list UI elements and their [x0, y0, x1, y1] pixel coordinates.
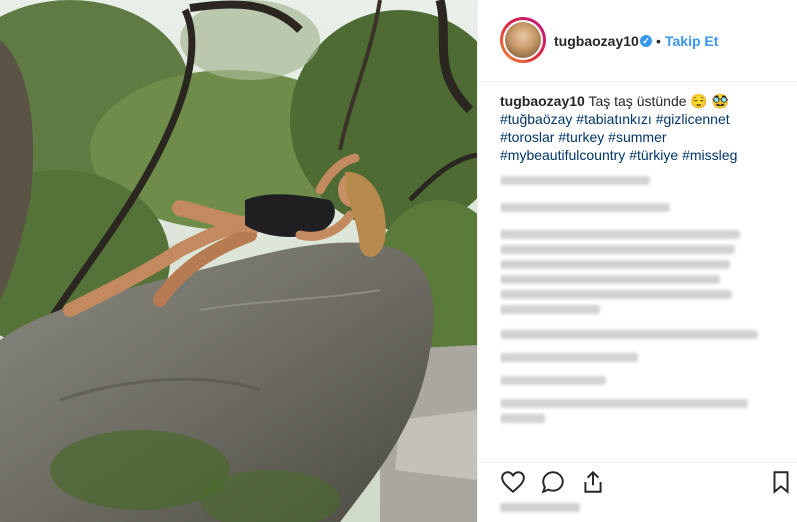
blurred-comment	[500, 305, 600, 314]
hashtag[interactable]: #missleg	[682, 147, 737, 163]
hashtag[interactable]: #summer	[608, 129, 666, 145]
blurred-comment	[500, 376, 606, 385]
post-image	[0, 0, 477, 522]
blurred-comment	[500, 353, 638, 362]
heart-icon[interactable]	[500, 469, 526, 495]
likes-count-blurred[interactable]	[500, 503, 580, 512]
hashtag[interactable]: #toroslar	[500, 129, 554, 145]
blurred-comment	[500, 290, 732, 299]
blurred-comment	[500, 260, 730, 269]
blurred-comment	[500, 399, 748, 408]
blurred-comment	[500, 230, 740, 239]
caption-username[interactable]: tugbaozay10	[500, 93, 585, 109]
caption-text: Taş taş üstünde	[588, 93, 687, 109]
blurred-comment	[500, 245, 735, 254]
post-caption: tugbaozay10 Taş taş üstünde 😌 🥸 #tuğbaöz…	[500, 92, 788, 164]
comment-icon[interactable]	[540, 469, 566, 495]
separator-dot: •	[656, 33, 661, 49]
bookmark-icon[interactable]	[768, 469, 794, 495]
avatar[interactable]	[500, 17, 546, 63]
verified-badge-icon: ✓	[640, 35, 652, 47]
post-photo[interactable]	[0, 0, 477, 522]
blurred-comment	[500, 275, 720, 284]
post-header: tugbaozay10 ✓ • Takip Et	[478, 0, 797, 82]
post-sidebar: tugbaozay10 ✓ • Takip Et tugbaozay10 Taş…	[477, 0, 797, 522]
blurred-comment	[500, 330, 758, 339]
blurred-comment	[500, 414, 545, 423]
comments-list[interactable]: tugbaozay10 Taş taş üstünde 😌 🥸 #tuğbaöz…	[500, 92, 788, 460]
hashtag[interactable]: #tuğbaözay	[500, 111, 572, 127]
share-icon[interactable]	[580, 469, 606, 495]
follow-button[interactable]: Takip Et	[665, 33, 718, 49]
post-actions	[478, 462, 797, 495]
hashtag[interactable]: #turkey	[558, 129, 604, 145]
blurred-comment	[500, 203, 670, 212]
caption-emojis: 😌 🥸	[690, 93, 730, 109]
hashtag[interactable]: #gizlicennet	[656, 111, 730, 127]
hashtag[interactable]: #tabiatınkızı	[576, 111, 652, 127]
hashtag[interactable]: #mybeautifulcountry	[500, 147, 625, 163]
blurred-comment	[500, 176, 650, 185]
hashtag[interactable]: #türkiye	[629, 147, 678, 163]
username-link[interactable]: tugbaozay10	[554, 33, 639, 49]
